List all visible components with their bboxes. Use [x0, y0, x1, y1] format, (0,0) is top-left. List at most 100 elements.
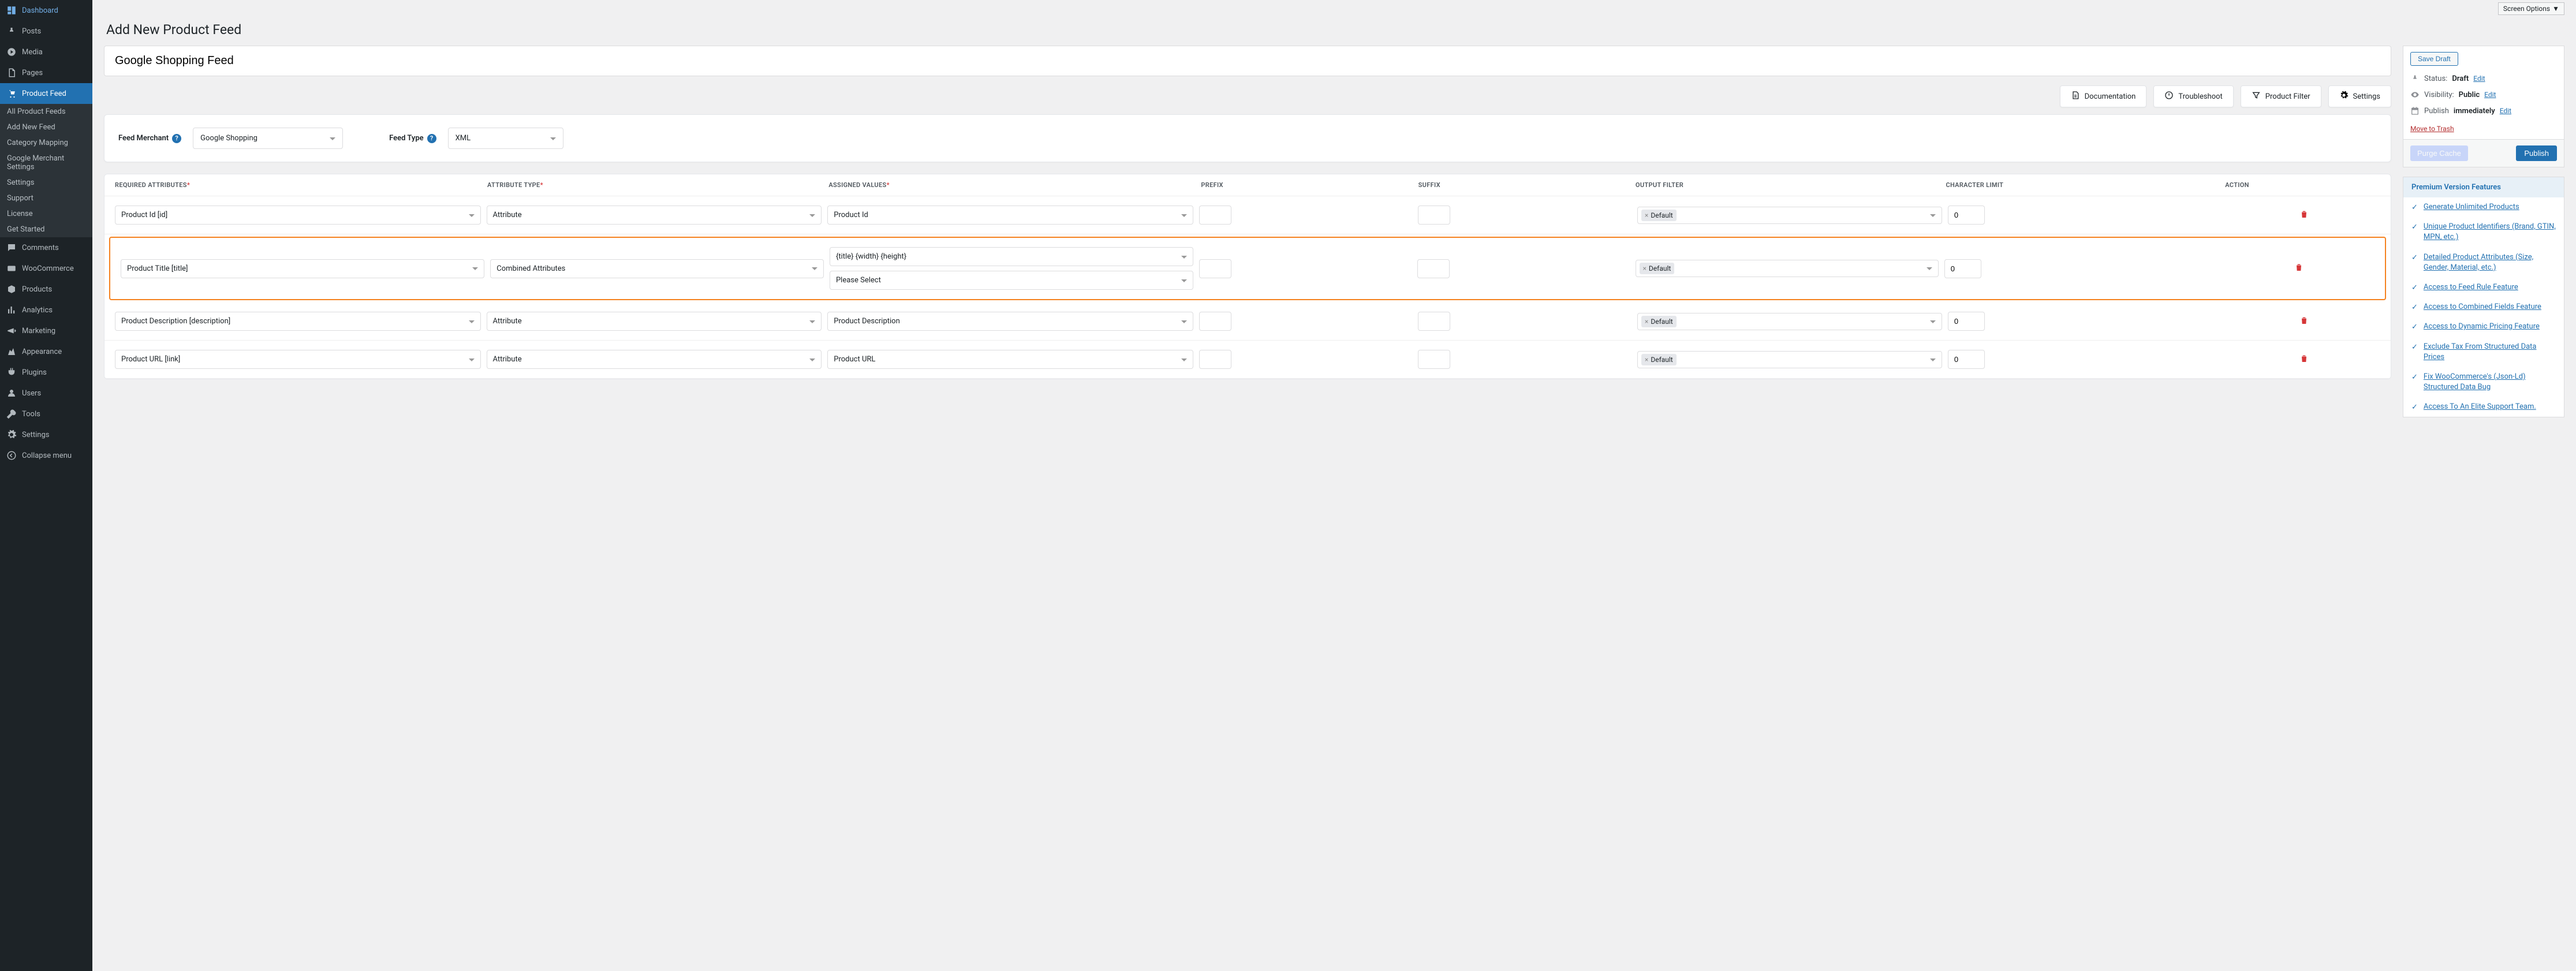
char-limit-input[interactable]	[1948, 312, 1985, 331]
check-icon: ✓	[2411, 223, 2418, 231]
doc-icon	[2071, 91, 2080, 102]
required-attribute-select[interactable]: Product Description [description]	[115, 312, 481, 331]
premium-feature-link[interactable]: Access to Feed Rule Feature	[2424, 282, 2518, 293]
settings-button[interactable]: Settings	[2328, 85, 2391, 107]
suffix-input[interactable]	[1418, 312, 1450, 331]
sidebar-item-label: Dashboard	[22, 6, 58, 15]
edit-visibility-link[interactable]: Edit	[2484, 91, 2496, 99]
documentation-button[interactable]: Documentation	[2060, 85, 2147, 107]
char-limit-input[interactable]	[1948, 206, 1985, 225]
remove-filter-icon[interactable]: ×	[1645, 318, 1648, 326]
required-attribute-select[interactable]: Product URL [link]	[115, 350, 481, 369]
product-filter-button[interactable]: Product Filter	[2241, 85, 2321, 107]
submenu-item[interactable]: Add New Feed	[0, 119, 92, 135]
required-attribute-select[interactable]: Product Title [title]	[121, 259, 484, 278]
output-filter-select[interactable]: ×Default	[1636, 260, 1939, 277]
assigned-value-select[interactable]: Product Description	[827, 312, 1193, 331]
prefix-input[interactable]	[1199, 259, 1231, 278]
submenu-item[interactable]: Category Mapping	[0, 135, 92, 151]
submenu-item[interactable]: Support	[0, 191, 92, 206]
required-attribute-select[interactable]: Product Id [id]	[115, 206, 481, 225]
submenu-item[interactable]: Settings	[0, 175, 92, 191]
sidebar-item-label: Plugins	[22, 368, 47, 377]
suffix-input[interactable]	[1417, 259, 1450, 278]
sidebar-item-media[interactable]: Media	[0, 42, 92, 62]
prefix-input[interactable]	[1199, 350, 1231, 369]
purge-cache-button[interactable]: Purge Cache	[2410, 145, 2468, 161]
delete-row-button[interactable]	[2228, 316, 2380, 327]
sidebar-item-label: Appearance	[22, 348, 62, 356]
delete-row-button[interactable]	[2228, 210, 2380, 221]
edit-status-link[interactable]: Edit	[2473, 74, 2485, 83]
char-limit-input[interactable]	[1944, 259, 1981, 278]
output-filter-select[interactable]: ×Default	[1637, 313, 1942, 330]
suffix-input[interactable]	[1418, 350, 1450, 369]
sidebar-item-dashboard[interactable]: Dashboard	[0, 0, 92, 21]
assigned-value-select-2[interactable]: Please Select	[830, 271, 1193, 290]
check-icon: ✓	[2411, 283, 2418, 292]
assigned-value-select[interactable]: Product URL	[827, 350, 1193, 369]
troubleshoot-button[interactable]: Troubleshoot	[2153, 85, 2233, 107]
premium-feature-link[interactable]: Exclude Tax From Structured Data Prices	[2424, 342, 2556, 363]
assigned-value-select[interactable]: {title} {width} {height}	[830, 247, 1193, 266]
submenu-item[interactable]: All Product Feeds	[0, 104, 92, 119]
char-limit-input[interactable]	[1948, 350, 1985, 369]
plugins-icon	[6, 367, 17, 378]
premium-feature-link[interactable]: Fix WooCommerce's (Json-Ld) Structured D…	[2424, 372, 2556, 393]
sidebar-item-product-feed[interactable]: Product Feed	[0, 83, 92, 104]
sidebar-item-pages[interactable]: Pages	[0, 62, 92, 83]
output-filter-select[interactable]: ×Default	[1637, 351, 1942, 368]
assigned-value-select[interactable]: Product Id	[827, 206, 1193, 225]
suffix-input[interactable]	[1418, 206, 1450, 225]
help-icon[interactable]: ?	[427, 134, 436, 143]
attribute-type-select[interactable]: Attribute	[487, 312, 822, 331]
feed-title-input[interactable]	[104, 46, 2391, 76]
delete-row-button[interactable]	[2228, 354, 2380, 365]
output-filter-select[interactable]: ×Default	[1637, 207, 1942, 224]
sidebar-item-analytics[interactable]: Analytics	[0, 300, 92, 320]
premium-feature-link[interactable]: Unique Product Identifiers (Brand, GTIN,…	[2424, 222, 2556, 242]
remove-filter-icon[interactable]: ×	[1645, 211, 1648, 219]
premium-feature-link[interactable]: Detailed Product Attributes (Size, Gende…	[2424, 252, 2556, 273]
publish-button[interactable]: Publish	[2516, 145, 2557, 161]
remove-filter-icon[interactable]: ×	[1643, 264, 1647, 272]
sidebar-item-tools[interactable]: Tools	[0, 404, 92, 424]
move-to-trash-link[interactable]: Move to Trash	[2410, 125, 2454, 133]
save-draft-button[interactable]: Save Draft	[2410, 52, 2458, 66]
premium-feature-link[interactable]: Access to Combined Fields Feature	[2424, 302, 2541, 312]
sidebar-item-posts[interactable]: Posts	[0, 21, 92, 42]
check-icon: ✓	[2411, 323, 2418, 331]
sidebar-item-woocommerce[interactable]: WooCommerce	[0, 258, 92, 279]
help-icon[interactable]: ?	[172, 134, 181, 143]
sidebar-item-comments[interactable]: Comments	[0, 237, 92, 258]
publish-box: Save Draft Status: Draft Edit Visibility…	[2403, 46, 2564, 167]
premium-feature-link[interactable]: Access To An Elite Support Team.	[2424, 402, 2536, 412]
submenu-item[interactable]: Google Merchant Settings	[0, 151, 92, 175]
attribute-type-select[interactable]: Attribute	[487, 350, 822, 369]
premium-feature-link[interactable]: Access to Dynamic Pricing Feature	[2424, 322, 2540, 332]
remove-filter-icon[interactable]: ×	[1645, 356, 1648, 364]
prefix-input[interactable]	[1199, 312, 1231, 331]
attribute-type-select[interactable]: Attribute	[487, 206, 822, 225]
column-header: Required Attributes*	[115, 181, 487, 189]
marketing-icon	[6, 325, 17, 337]
feed-merchant-select[interactable]: Google Shopping	[193, 128, 343, 149]
submenu-item[interactable]: License	[0, 206, 92, 222]
sidebar-item-users[interactable]: Users	[0, 383, 92, 404]
prefix-input[interactable]	[1199, 206, 1231, 225]
feed-type-select[interactable]: XML	[448, 128, 563, 149]
sidebar-item-settings[interactable]: Settings	[0, 424, 92, 445]
sidebar-item-marketing[interactable]: Marketing	[0, 320, 92, 341]
premium-feature-link[interactable]: Generate Unlimited Products	[2424, 202, 2519, 212]
attribute-type-select[interactable]: Combined Attributes	[490, 259, 824, 278]
sidebar-item-label: Comments	[22, 244, 59, 252]
screen-options-button[interactable]: Screen Options▼	[2498, 2, 2564, 15]
submenu-item[interactable]: Get Started	[0, 222, 92, 237]
check-icon: ✓	[2411, 203, 2418, 212]
sidebar-item-plugins[interactable]: Plugins	[0, 362, 92, 383]
sidebar-item-collapse-menu[interactable]: Collapse menu	[0, 445, 92, 466]
delete-row-button[interactable]	[2223, 263, 2375, 274]
sidebar-item-products[interactable]: Products	[0, 279, 92, 300]
edit-publish-link[interactable]: Edit	[2500, 107, 2511, 115]
sidebar-item-appearance[interactable]: Appearance	[0, 341, 92, 362]
